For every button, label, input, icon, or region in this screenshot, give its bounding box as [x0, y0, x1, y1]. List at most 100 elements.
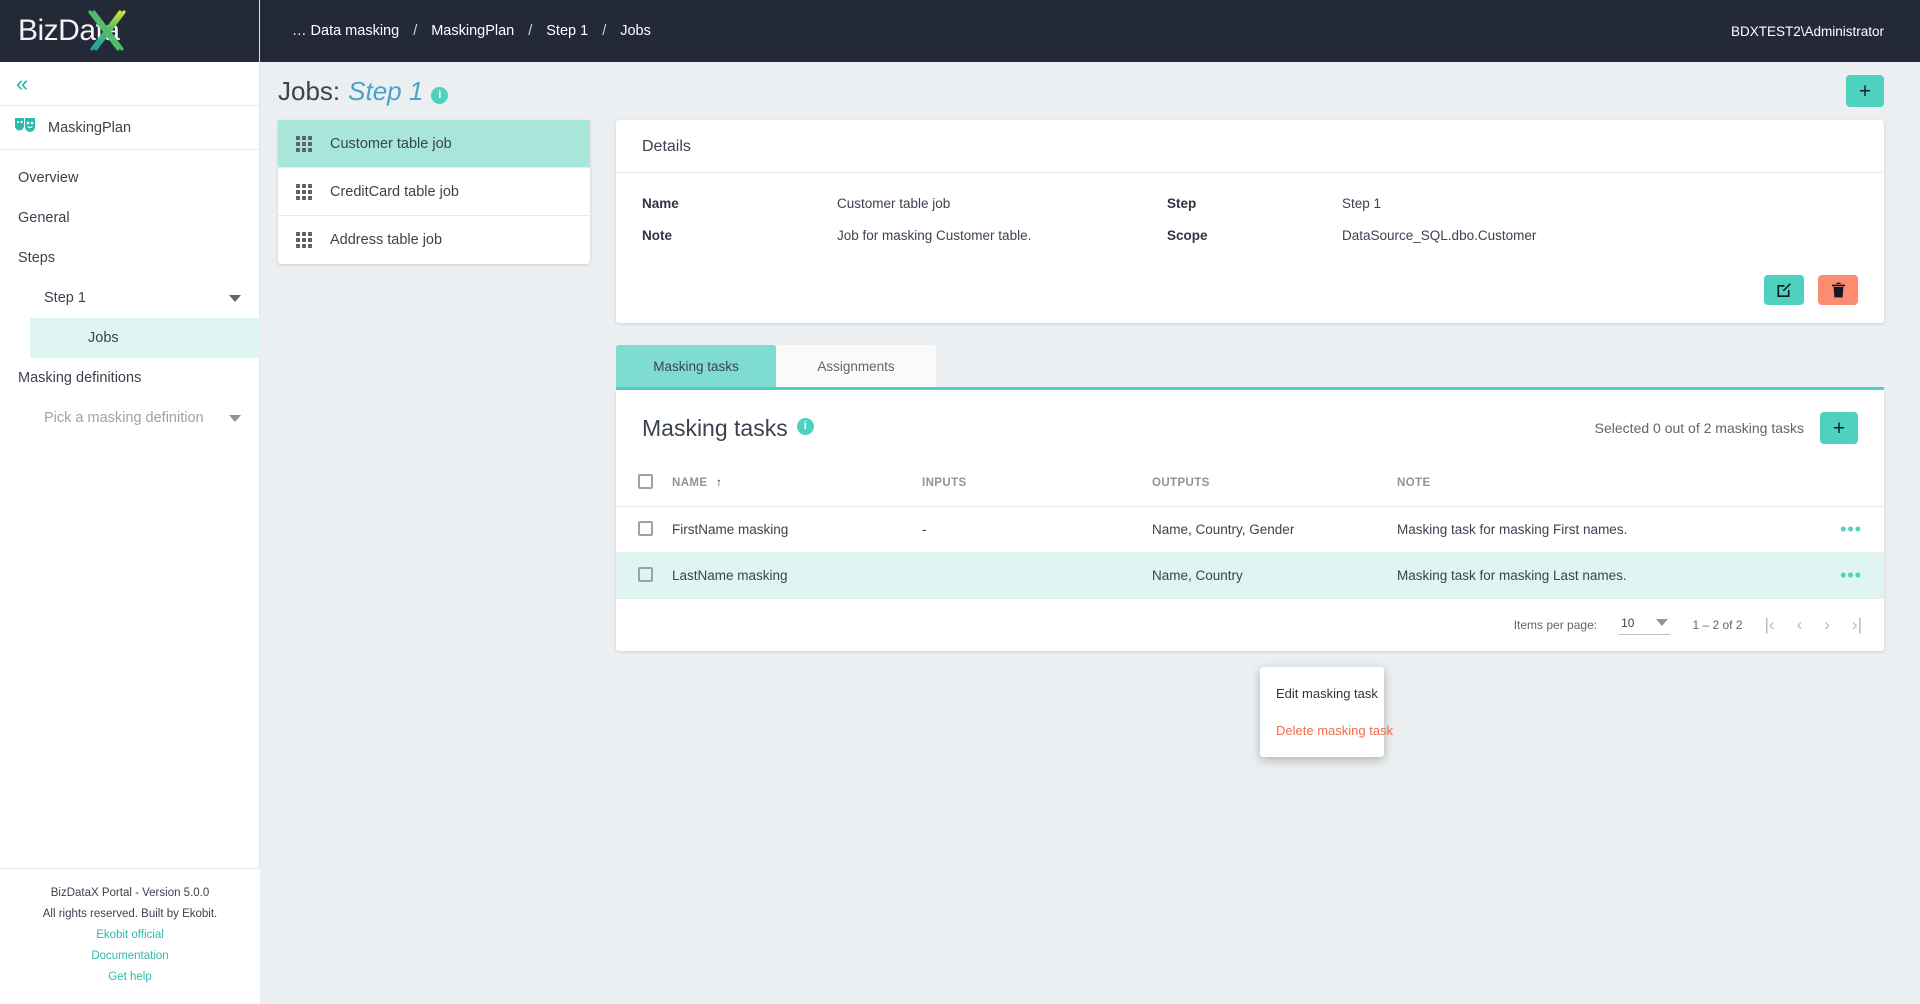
masking-tasks-heading: Masking tasks: [642, 414, 788, 441]
cell-note: Masking task for masking Last names.: [1397, 552, 1824, 599]
sidebar: BizData « MaskingPlan Overview General S…: [0, 0, 260, 1004]
breadcrumb-item-jobs[interactable]: Jobs: [620, 23, 651, 39]
row-more-options-icon[interactable]: •••: [1840, 565, 1862, 585]
column-header-note[interactable]: NOTE: [1397, 464, 1824, 507]
sidebar-item-general[interactable]: General: [0, 198, 259, 238]
items-per-page-label: Items per page:: [1513, 618, 1598, 632]
list-item[interactable]: Customer table job: [278, 120, 590, 168]
sidebar-item-label: Jobs: [88, 330, 119, 346]
details-actions: [616, 261, 1884, 323]
page-title-prefix: Jobs:: [278, 75, 341, 106]
select-all-header: [616, 464, 672, 507]
items-per-page-select[interactable]: 10: [1619, 616, 1671, 635]
sidebar-item-jobs[interactable]: Jobs: [30, 318, 260, 358]
masking-tasks-actions: Selected 0 out of 2 masking tasks +: [1595, 412, 1858, 444]
grid-icon: [296, 135, 312, 152]
cell-note: Masking task for masking First names.: [1397, 506, 1824, 553]
arrow-up-icon: ↑: [716, 477, 723, 489]
row-checkbox[interactable]: [638, 520, 653, 536]
list-item[interactable]: CreditCard table job: [278, 168, 590, 216]
details-heading: Details: [616, 120, 1884, 173]
sidebar-masking-definition-picker[interactable]: Pick a masking definition: [0, 398, 259, 438]
sidebar-collapse-button[interactable]: «: [0, 62, 259, 106]
page-body: Customer table job CreditCard table job …: [260, 120, 1920, 651]
masking-tasks-table: NAME ↑ INPUTS OUTPUTS NOTE FirstName mas…: [616, 464, 1884, 599]
context-menu-item-delete[interactable]: Delete masking task: [1260, 712, 1393, 749]
info-icon[interactable]: i: [796, 417, 814, 435]
edit-job-button[interactable]: [1764, 275, 1804, 305]
edit-pencil-icon: [1777, 283, 1791, 297]
info-icon[interactable]: i: [431, 86, 449, 104]
table-header: NAME ↑ INPUTS OUTPUTS NOTE: [616, 464, 1884, 507]
tab-masking-tasks[interactable]: Masking tasks: [616, 345, 776, 387]
trash-icon: [1831, 282, 1845, 298]
column-header-actions: [1824, 464, 1884, 507]
column-header-inputs[interactable]: INPUTS: [922, 464, 1152, 507]
job-label: CreditCard table job: [330, 183, 459, 200]
masking-tasks-card: Masking tasks i Selected 0 out of 2 mask…: [616, 390, 1884, 651]
next-page-icon[interactable]: ›: [1824, 615, 1830, 635]
footer-rights: All rights reserved. Built by Ekobit.: [42, 908, 218, 920]
sidebar-plan-header[interactable]: MaskingPlan: [0, 106, 259, 150]
add-job-button[interactable]: +: [1846, 75, 1884, 107]
page-range-label: 1 – 2 of 2: [1692, 618, 1743, 632]
table-row[interactable]: FirstName masking - Name, Country, Gende…: [616, 506, 1884, 553]
table-row[interactable]: LastName masking Name, Country Masking t…: [616, 552, 1884, 599]
delete-job-button[interactable]: [1818, 275, 1858, 305]
tab-assignments[interactable]: Assignments: [776, 345, 936, 387]
footer-link-documentation[interactable]: Documentation: [0, 946, 260, 967]
prev-page-icon[interactable]: ‹: [1797, 615, 1803, 635]
context-menu-item-edit[interactable]: Edit masking task: [1260, 675, 1384, 712]
breadcrumb-separator: /: [413, 23, 418, 39]
sidebar-item-steps[interactable]: Steps: [0, 238, 259, 278]
sidebar-item-label: Pick a masking definition: [44, 410, 204, 426]
add-masking-task-button[interactable]: +: [1820, 412, 1858, 444]
job-list: Customer table job CreditCard table job …: [278, 120, 590, 264]
first-page-icon[interactable]: |‹: [1765, 615, 1775, 635]
brand-logo[interactable]: BizData: [0, 0, 259, 62]
tab-underline: [616, 387, 1884, 390]
table-body: FirstName masking - Name, Country, Gende…: [616, 506, 1884, 599]
masking-tasks-title: Masking tasks i: [642, 415, 814, 442]
footer-link-get-help[interactable]: Get help: [0, 967, 260, 988]
last-page-icon[interactable]: ›|: [1852, 615, 1862, 635]
details-value: DataSource_SQL.dbo.Customer: [1342, 227, 1537, 243]
sidebar-footer: BizDataX Portal - Version 5.0.0 All righ…: [0, 868, 260, 1004]
sidebar-item-step-1[interactable]: Step 1: [0, 278, 259, 318]
details-value: Step 1: [1342, 195, 1382, 211]
details-row-note: Note Job for masking Customer table. Sco…: [642, 219, 1858, 251]
x-logo-icon: [87, 10, 126, 51]
breadcrumb-item-maskingplan[interactable]: MaskingPlan: [431, 23, 514, 39]
cell-inputs: -: [922, 506, 1152, 553]
paginator-buttons: |‹ ‹ › ›|: [1765, 615, 1863, 635]
breadcrumb-item-data-masking[interactable]: … Data masking: [292, 23, 399, 39]
current-user-label[interactable]: BDXTEST2\Administrator: [1731, 24, 1884, 39]
cell-inputs: [922, 552, 1152, 599]
list-item[interactable]: Address table job: [278, 216, 590, 264]
breadcrumb-item-step-1[interactable]: Step 1: [546, 23, 588, 39]
row-actions-cell: •••: [1824, 552, 1884, 599]
details-body: Name Customer table job Step Step 1 Note…: [616, 173, 1884, 261]
row-checkbox[interactable]: [638, 566, 653, 582]
breadcrumb-separator: /: [602, 23, 607, 39]
column-header-outputs[interactable]: OUTPUTS: [1152, 464, 1397, 507]
column-header-name[interactable]: NAME ↑: [672, 464, 922, 507]
details-label: Step: [1167, 195, 1197, 211]
details-value: Customer table job: [837, 195, 951, 211]
paginator: Items per page: 10 1 – 2 of 2 |‹ ‹ › ›|: [616, 599, 1884, 651]
sidebar-item-masking-definitions[interactable]: Masking definitions: [0, 358, 259, 398]
row-more-options-icon[interactable]: •••: [1840, 519, 1862, 539]
job-label: Address table job: [330, 232, 443, 248]
page-content: Jobs: Step 1 i + Customer table job Cred…: [260, 62, 1920, 1004]
masking-tasks-header: Masking tasks i Selected 0 out of 2 mask…: [616, 390, 1884, 464]
details-card: Details Name Customer table job Step Ste…: [616, 120, 1884, 323]
footer-link-ekobit-official[interactable]: Ekobit official: [0, 925, 260, 946]
row-select-cell: [616, 506, 672, 553]
brand-text: BizData: [18, 10, 126, 51]
chevron-down-icon: [229, 414, 241, 422]
row-actions-cell: •••: [1824, 506, 1884, 553]
page-header: Jobs: Step 1 i +: [260, 62, 1920, 120]
sidebar-item-overview[interactable]: Overview: [0, 158, 259, 198]
tabs: Masking tasks Assignments: [616, 345, 1884, 390]
select-all-checkbox[interactable]: [638, 474, 653, 489]
